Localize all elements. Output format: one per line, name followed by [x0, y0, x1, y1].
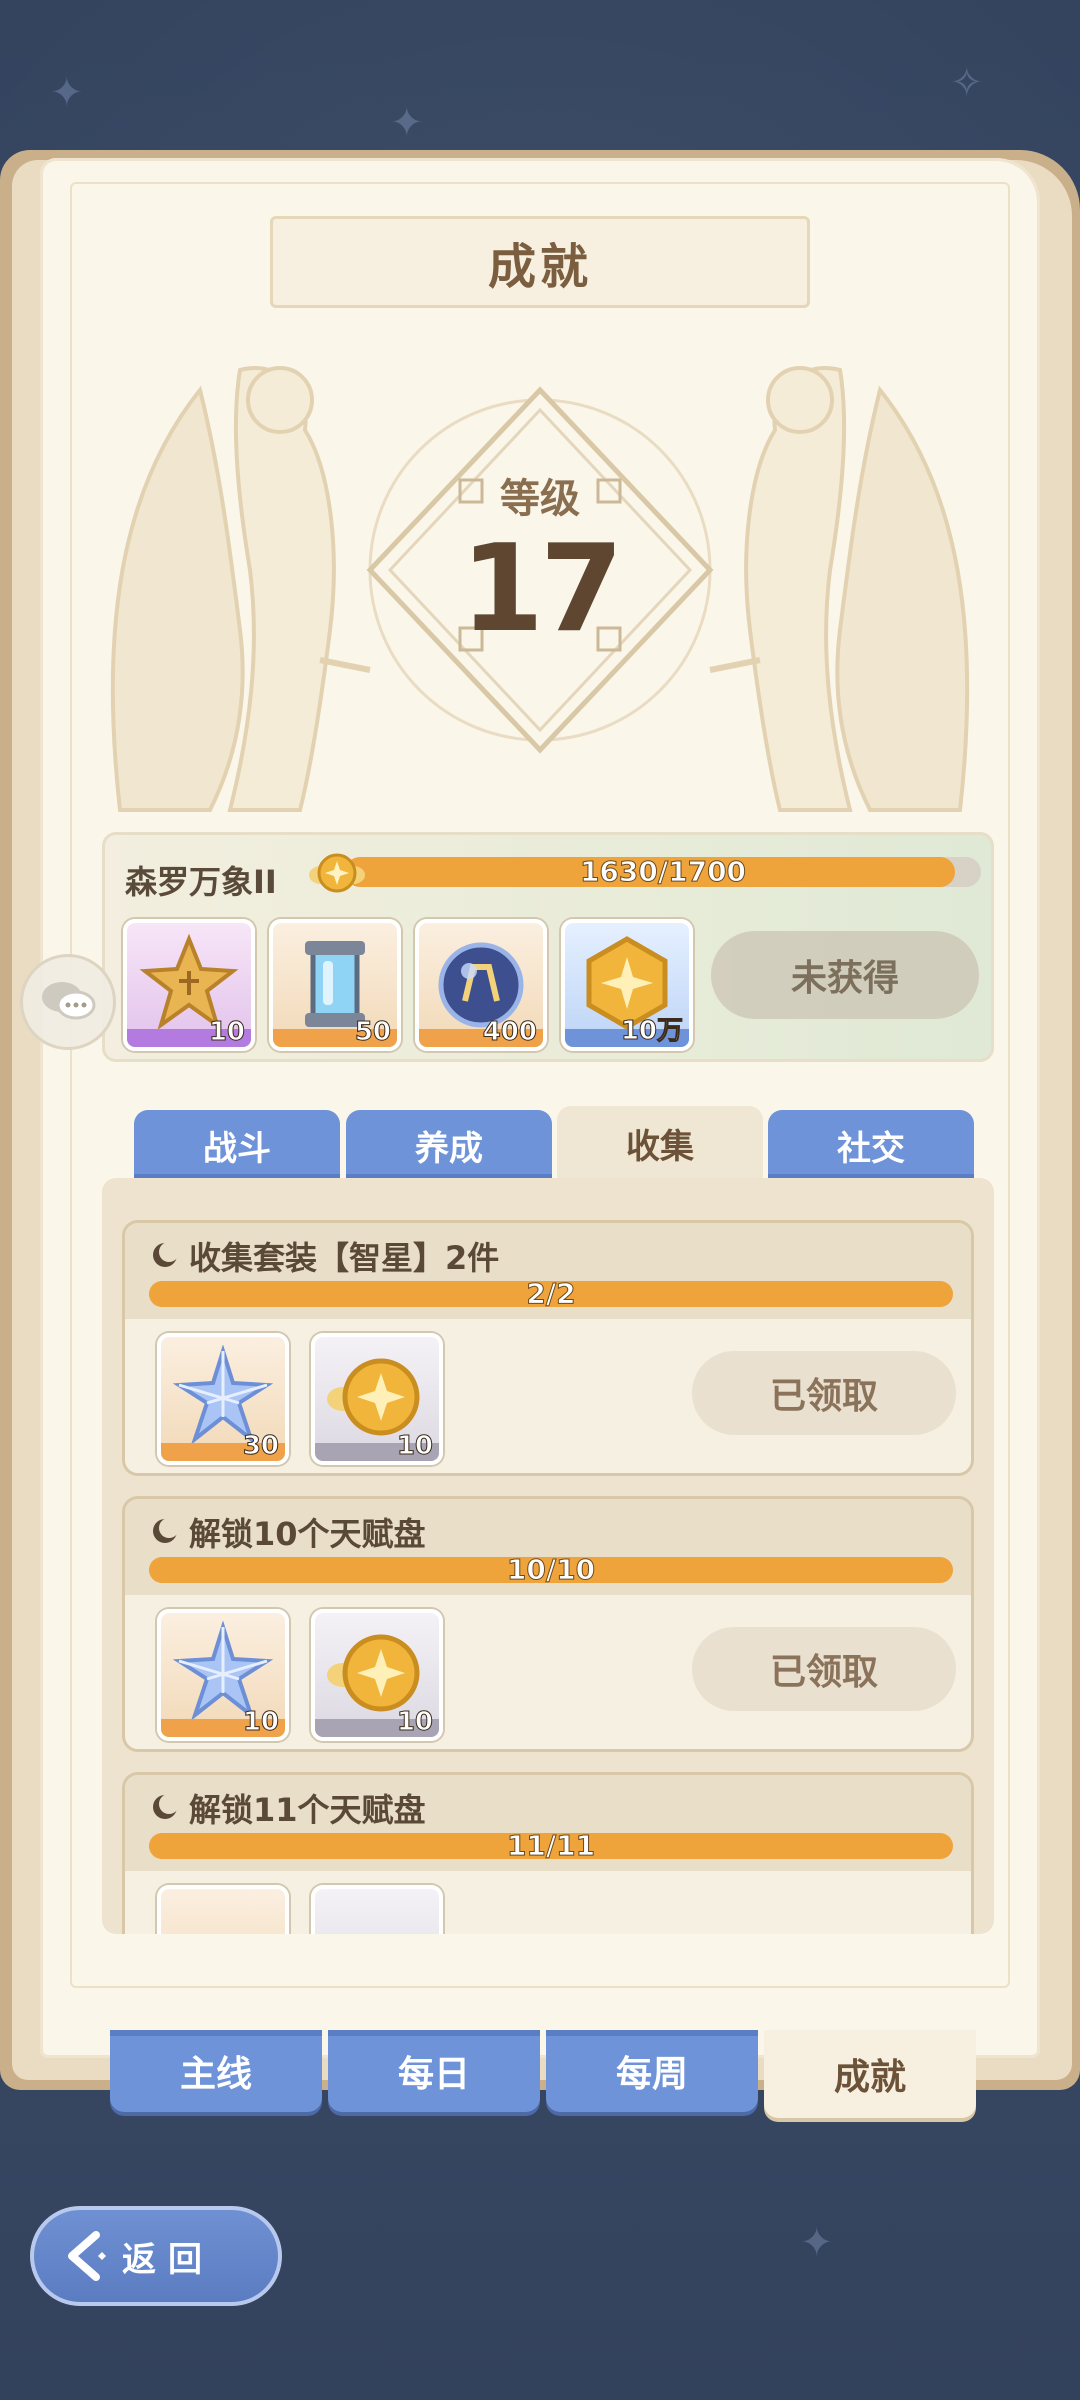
claimed-button[interactable]: 已领取	[692, 1627, 956, 1711]
achievement-card: 收集套装【智星】2件 2/2 30 10 已领取	[122, 1220, 974, 1476]
reward-item[interactable]: 10	[311, 1333, 443, 1465]
achievement-progress-text: 2/2	[526, 1277, 576, 1311]
back-arrow-icon	[68, 2231, 106, 2281]
sparkle-icon: ✧	[950, 60, 984, 106]
achievement-list[interactable]: 收集套装【智星】2件 2/2 30 10 已领取 解锁10个天赋盘 10/10 …	[102, 1178, 994, 1934]
claimed-button-label: 已领取	[769, 1376, 878, 1417]
item-quantity: 10	[396, 1707, 433, 1738]
level-value: 17	[460, 520, 624, 659]
item-quantity: 10	[396, 1431, 433, 1462]
tab-battle[interactable]: 战斗	[134, 1110, 340, 1180]
tab-social[interactable]: 社交	[768, 1110, 974, 1180]
item-quantity: 400	[482, 1017, 537, 1048]
achievement-card: 解锁11个天赋盘 11/11	[122, 1772, 974, 1934]
page-title-banner: 成就	[270, 216, 810, 308]
tab-label: 战斗	[203, 1128, 271, 1169]
crescent-moon-icon	[153, 1518, 179, 1543]
page-title: 成就	[487, 239, 592, 295]
tab-label: 每周	[615, 2054, 688, 2095]
tab-achievements[interactable]: 成就	[764, 2030, 976, 2118]
item-quantity: 10	[242, 1707, 279, 1738]
tab-label: 成就	[833, 2057, 906, 2098]
reward-item[interactable]: 30	[157, 1333, 289, 1465]
item-quantity: 50	[354, 1017, 391, 1048]
unobtained-button-label: 未获得	[790, 958, 899, 999]
tab-collection[interactable]: 收集	[557, 1106, 763, 1180]
back-button-label: 返回	[122, 2239, 214, 2280]
item-quantity: 10	[208, 1017, 245, 1048]
tab-label: 每日	[397, 2054, 470, 2095]
level-label: 等级	[500, 476, 580, 522]
reward-item[interactable]	[157, 1885, 289, 1934]
reward-item[interactable]: 400	[415, 919, 547, 1051]
achievement-title: 收集套装【智星】2件	[189, 1239, 500, 1277]
tier-name: 森罗万象II	[125, 863, 277, 901]
tier-progress-text: 1630/1700	[579, 855, 747, 889]
chat-bubble-icon	[42, 982, 96, 1020]
unobtained-button[interactable]: 未获得	[711, 931, 979, 1019]
reward-item[interactable]: 50	[269, 919, 401, 1051]
tab-label: 主线	[179, 2054, 252, 2095]
back-button[interactable]: 返回	[30, 2206, 282, 2306]
sparkle-icon: ✦	[800, 2220, 834, 2266]
sparkle-icon: ✦	[390, 100, 424, 146]
reward-item[interactable]: 10万	[561, 919, 693, 1051]
claimed-button-label: 已领取	[769, 1652, 878, 1693]
achievement-title: 解锁10个天赋盘	[189, 1515, 426, 1553]
achievement-card: 解锁10个天赋盘 10/10 10 10 已领取	[122, 1496, 974, 1752]
achievement-title: 解锁11个天赋盘	[189, 1791, 426, 1829]
tab-label: 社交	[837, 1128, 905, 1169]
tier-reward-panel: 森罗万象II 1630/1700 10 50 400 10万 未获得	[102, 832, 994, 1062]
tab-weekly[interactable]: 每周	[546, 2030, 758, 2112]
reward-item[interactable]: 10	[157, 1609, 289, 1741]
achievement-progress-text: 11/11	[506, 1829, 596, 1863]
reward-item[interactable]: 10	[123, 919, 255, 1051]
tab-label: 养成	[415, 1128, 483, 1169]
chat-button[interactable]	[20, 954, 116, 1050]
tab-main-story[interactable]: 主线	[110, 2030, 322, 2112]
crescent-moon-icon	[153, 1794, 179, 1819]
claimed-button[interactable]: 已领取	[692, 1351, 956, 1435]
sparkle-icon: ✦	[50, 70, 84, 116]
tab-daily[interactable]: 每日	[328, 2030, 540, 2112]
tab-label: 收集	[626, 1126, 694, 1167]
item-quantity: 10万	[620, 1016, 683, 1047]
item-quantity: 30	[242, 1431, 279, 1462]
reward-item[interactable]: 10	[311, 1609, 443, 1741]
reward-item[interactable]	[311, 1885, 443, 1934]
tab-cultivation[interactable]: 养成	[346, 1110, 552, 1180]
crescent-moon-icon	[153, 1242, 179, 1267]
achievement-progress-text: 10/10	[506, 1553, 596, 1587]
